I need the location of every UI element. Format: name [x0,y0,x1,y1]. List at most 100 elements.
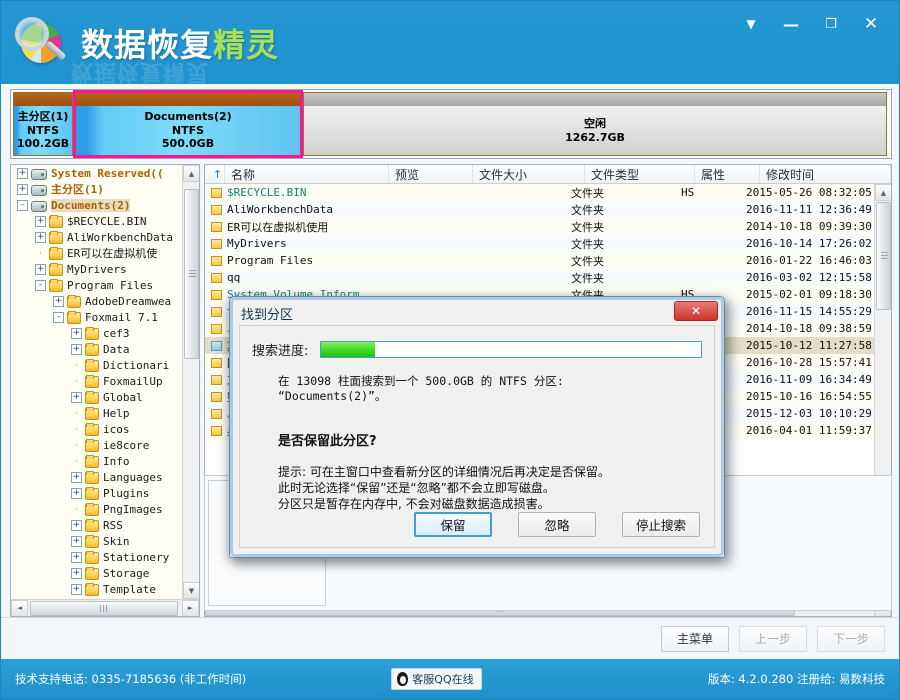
expand-icon[interactable]: + [71,535,82,547]
table-row[interactable]: ER可以在虚拟机使用 文件夹 2014-10-18 09:39:30 [205,218,891,235]
qq-support-button[interactable]: 客服QQ在线 [391,668,482,690]
column-header-preview[interactable]: 预览 [389,165,473,183]
sort-ascending-icon[interactable]: ↑ [205,165,225,183]
expand-icon[interactable]: + [71,391,82,403]
dialog-question: 是否保留此分区? [278,434,377,449]
next-step-button[interactable]: 下一步 [817,625,885,652]
maximize-icon[interactable]: ❐ [811,9,851,39]
table-row[interactable]: Program Files 文件夹 2016-01-22 16:46:03 [205,252,891,269]
folder-icon [211,323,222,334]
tree-node[interactable]: - Documents(2) [11,197,182,213]
tree-scroll-down-icon[interactable]: ▼ [183,582,199,599]
cell-name: $RECYCLE.BIN [205,186,369,199]
tree-scroll-up-icon[interactable]: ▲ [183,165,199,182]
tree-node[interactable]: + AliWorkbenchData [11,229,182,245]
folder-icon [85,566,99,580]
ignore-partition-button[interactable]: 忽略 [518,512,596,537]
folder-icon [85,438,99,452]
tree-node[interactable]: · ie8core [11,437,182,453]
cell-type: 文件夹 [571,254,604,268]
expand-icon[interactable]: + [35,231,46,243]
stop-search-button[interactable]: 停止搜索 [622,512,700,537]
expand-icon[interactable]: + [71,487,82,499]
tree-node[interactable]: - Foxmail 7.1 [11,309,182,325]
tree-node[interactable]: + Global [11,389,182,405]
collapse-icon[interactable]: - [53,311,64,323]
tree-node[interactable]: · ER可以在虚拟机使 [11,245,182,261]
column-header-attributes[interactable]: 属性 [695,165,760,183]
tree-node[interactable]: + Plugins [11,485,182,501]
table-row[interactable]: $RECYCLE.BIN 文件夹 HS 2015-05-26 08:32:05 [205,184,891,201]
expand-icon[interactable]: + [17,167,28,179]
tree-node[interactable]: + Data [11,341,182,357]
folder-icon [49,262,63,276]
expand-icon[interactable]: + [71,583,82,595]
tree-node[interactable]: · Info [11,453,182,469]
expand-icon[interactable]: + [53,295,64,307]
tree-node[interactable]: - Program Files [11,277,182,293]
tree-node[interactable]: + Template [11,581,182,597]
tree-scroll-left-icon[interactable]: ◄ [11,599,28,616]
tree-hscroll-thumb[interactable] [30,601,178,616]
tree-connector: · [73,375,80,387]
file-list-scroll-up-icon[interactable]: ▲ [875,184,891,201]
expand-icon[interactable]: + [71,519,82,531]
tree-node[interactable]: + Storage [11,565,182,581]
main-menu-button[interactable]: 主菜单 [661,625,729,652]
expand-icon[interactable]: + [35,215,46,227]
tree-node[interactable]: + RSS [11,517,182,533]
file-list-scroll-thumb[interactable] [876,202,891,310]
expand-icon[interactable]: + [71,471,82,483]
tree-scroll-thumb[interactable] [184,189,199,359]
partition-block-0[interactable]: 主分区(1) NTFS 100.2GB [13,92,73,156]
tree-node[interactable]: · icos [11,421,182,437]
tree-node[interactable]: + Stationery [11,549,182,565]
tree-node[interactable]: + System Reserved(( [11,165,182,181]
tree-node[interactable]: + $RECYCLE.BIN [11,213,182,229]
tree-scroll-right-icon[interactable]: ► [182,599,199,616]
previous-step-button[interactable]: 上一步 [739,625,807,652]
column-header-name[interactable]: 名称 [225,165,389,183]
minimize-icon[interactable]: — [771,9,811,39]
tree-node[interactable]: · PngImages [11,501,182,517]
keep-partition-button[interactable]: 保留 [414,512,492,537]
column-header-size[interactable]: 文件大小 [473,165,585,183]
tree-node[interactable]: + Skin [11,533,182,549]
tree-node[interactable]: + AdobeDreamwea [11,293,182,309]
partition-block-1[interactable]: Documents(2) NTFS 500.0GB [73,90,303,158]
version-text: 版本: 4.2.0.280 注册给: 易数科技 [707,672,885,686]
folder-icon [85,390,99,404]
tree-vertical-scrollbar[interactable]: ▲ ▼ [182,165,199,599]
tree-node[interactable]: + MyDrivers [11,261,182,277]
close-icon[interactable]: ✕ [851,9,891,39]
partition-block-2[interactable]: 空闲 1262.7GB [303,92,887,156]
tree-node[interactable]: + 主分区(1) [11,181,182,197]
dialog-close-icon[interactable]: ✕ [674,301,718,321]
collapse-icon[interactable]: - [35,279,46,291]
cell-modified-time: 2016-10-28 15:57:41 [746,356,872,369]
table-row[interactable]: qq 文件夹 2016-03-02 12:15:58 [205,269,891,286]
dropdown-menu-icon[interactable]: ▼ [731,9,771,39]
directory-tree[interactable]: + System Reserved((+ 主分区(1) - Documents(2) + $… [11,165,182,599]
cell-modified-time: 2015-10-16 16:54:55 [746,390,872,403]
expand-icon[interactable]: + [71,567,82,579]
expand-icon[interactable]: + [35,263,46,275]
expand-icon[interactable]: + [71,343,82,355]
table-row[interactable]: MyDrivers 文件夹 2016-10-14 17:26:02 [205,235,891,252]
tree-node[interactable]: · Help [11,405,182,421]
expand-icon[interactable]: + [71,327,82,339]
folder-icon [67,310,81,324]
tree-horizontal-scrollbar[interactable]: ◄ ► [11,599,199,616]
expand-icon[interactable]: + [17,183,28,195]
tree-node[interactable]: + Languages [11,469,182,485]
cell-modified-time: 2016-04-01 11:59:37 [746,424,872,437]
column-header-type[interactable]: 文件类型 [585,165,695,183]
expand-icon[interactable]: + [71,551,82,563]
tree-node[interactable]: · FoxmailUp [11,373,182,389]
tree-node[interactable]: + cef3 [11,325,182,341]
column-header-modified[interactable]: 修改时间 [760,165,891,183]
collapse-icon[interactable]: - [17,199,28,211]
tree-node[interactable]: · Dictionari [11,357,182,373]
folder-icon [85,550,99,564]
table-row[interactable]: AliWorkbenchData 文件夹 2016-11-11 12:36:49 [205,201,891,218]
